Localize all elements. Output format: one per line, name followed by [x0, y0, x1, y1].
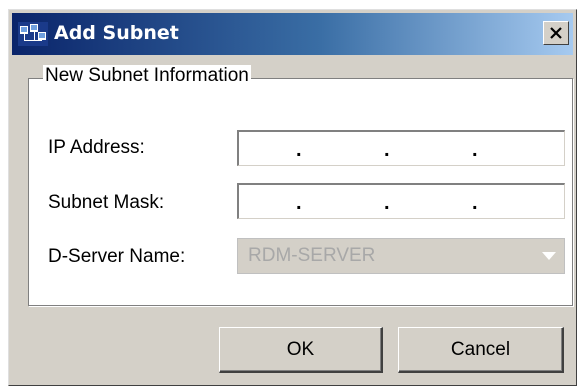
network-icon	[18, 22, 48, 46]
ip-separator: .	[472, 192, 478, 214]
d-server-name-select[interactable]: RDM-SERVER	[237, 238, 565, 274]
ip-separator: .	[384, 139, 390, 161]
chevron-down-icon	[542, 252, 556, 260]
subnet-mask-label: Subnet Mask:	[48, 192, 165, 213]
ip-separator: .	[296, 139, 302, 161]
ip-address-input[interactable]: . . .	[237, 130, 565, 166]
ip-separator: .	[296, 192, 302, 214]
ip-separator: .	[472, 139, 478, 161]
cancel-button[interactable]: Cancel	[398, 327, 564, 373]
dialog-title: Add Subnet	[54, 22, 179, 44]
subnet-mask-input[interactable]: . . .	[237, 183, 565, 219]
cancel-button-label: Cancel	[450, 338, 511, 360]
ok-button-label: OK	[286, 338, 315, 360]
ok-button[interactable]: OK	[219, 327, 383, 373]
close-button[interactable]	[543, 21, 569, 45]
d-server-name-value: RDM-SERVER	[248, 245, 376, 266]
ip-separator: .	[384, 192, 390, 214]
add-subnet-dialog: Add Subnet New Subnet Information IP Add…	[8, 9, 577, 386]
title-bar[interactable]: Add Subnet	[12, 13, 573, 55]
group-title: New Subnet Information	[43, 65, 251, 87]
subnet-info-group: New Subnet Information IP Address: . . .…	[28, 65, 573, 306]
close-icon	[550, 27, 562, 39]
d-server-name-label: D-Server Name:	[48, 246, 186, 267]
ip-address-label: IP Address:	[48, 137, 145, 158]
